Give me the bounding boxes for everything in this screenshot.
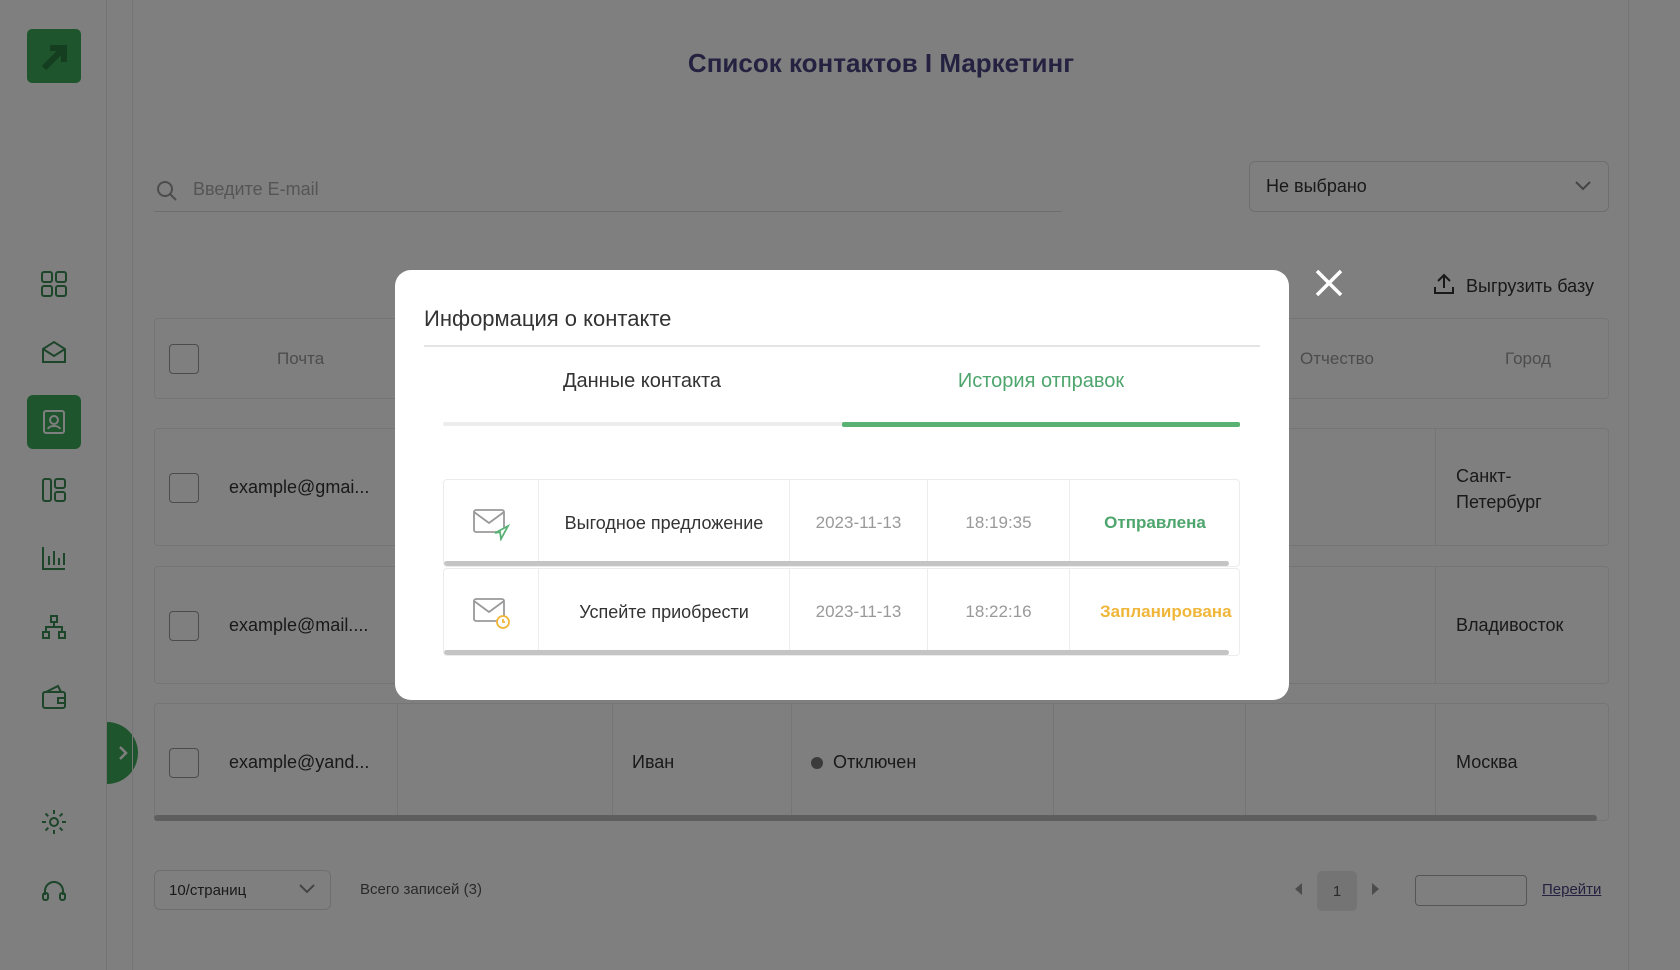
history-row[interactable]: Выгодное предложение 2023-11-13 18:19:35… [443, 479, 1240, 567]
tab-contact-data[interactable]: Данные контакта [443, 370, 841, 393]
history-date: 2023-11-13 [790, 569, 928, 655]
row-scrollbar[interactable] [444, 561, 1229, 566]
history-row[interactable]: Успейте приобрести 2023-11-13 18:22:16 З… [443, 568, 1240, 656]
contact-info-modal: Информация о контакте Данные контакта Ис… [395, 270, 1289, 700]
history-subject: Выгодное предложение [539, 480, 790, 566]
mail-scheduled-icon [444, 569, 539, 655]
history-time: 18:22:16 [928, 569, 1070, 655]
divider [424, 345, 1260, 347]
close-icon[interactable] [1312, 266, 1346, 300]
history-date: 2023-11-13 [790, 480, 928, 566]
history-status: Запланирована [1100, 602, 1232, 621]
history-status: Отправлена [1104, 513, 1206, 532]
history-subject: Успейте приобрести [539, 569, 790, 655]
tab-active-indicator [842, 422, 1240, 427]
row-scrollbar[interactable] [444, 650, 1229, 655]
mail-sent-icon [444, 480, 539, 566]
tab-send-history[interactable]: История отправок [842, 370, 1240, 393]
modal-tabs: Данные контакта История отправок [443, 370, 1240, 418]
modal-title: Информация о контакте [424, 306, 672, 331]
history-time: 18:19:35 [928, 480, 1070, 566]
